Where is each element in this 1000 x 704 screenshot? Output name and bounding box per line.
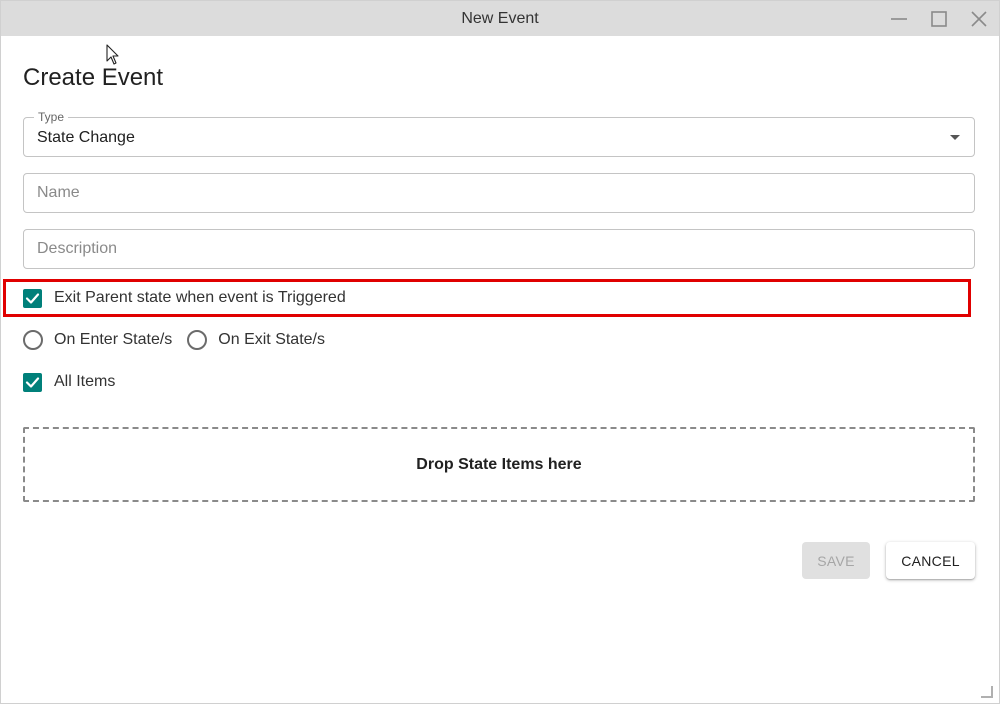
save-button[interactable]: SAVE [802,542,870,579]
radio-on-enter-label: On Enter State/s [54,331,173,348]
maximize-button[interactable] [926,7,952,31]
exit-parent-checkbox[interactable] [23,288,42,308]
dropzone-text: Drop State Items here [416,455,582,473]
mouse-cursor-icon [106,44,119,65]
type-select[interactable]: Type State Change [23,111,975,157]
new-event-window: New Event Create Event Type State Change… [0,0,1000,704]
radio-on-exit-circle[interactable] [187,330,208,350]
state-items-dropzone[interactable]: Drop State Items here [23,427,975,502]
checkmark-icon [25,376,40,388]
radio-on-exit[interactable]: On Exit State/s [187,330,325,350]
description-field-wrapper [23,229,975,269]
cancel-button[interactable]: CANCEL [886,542,975,579]
window-titlebar[interactable]: New Event [1,1,999,36]
minimize-button[interactable] [886,7,912,31]
window-title: New Event [461,10,539,27]
dialog-heading: Create Event [23,64,164,91]
trigger-radio-group: On Enter State/s On Exit State/s [23,329,340,351]
resize-grip-icon[interactable] [979,684,993,698]
all-items-label: All Items [54,373,116,390]
all-items-checkbox-row[interactable]: All Items [23,371,115,393]
description-input[interactable] [24,230,974,268]
close-button[interactable] [966,7,992,31]
type-label: Type [34,111,69,123]
exit-parent-label: Exit Parent state when event is Triggere… [54,289,346,306]
all-items-checkbox[interactable] [23,372,42,392]
radio-on-exit-label: On Exit State/s [218,331,325,348]
name-input[interactable] [24,174,974,212]
dropdown-arrow-icon[interactable] [950,135,960,140]
type-value: State Change [37,129,135,146]
radio-on-enter-circle[interactable] [23,330,43,350]
exit-parent-checkbox-row[interactable]: Exit Parent state when event is Triggere… [23,287,346,309]
close-icon [971,11,987,27]
checkmark-icon [25,292,40,304]
minimize-icon [891,18,907,20]
maximize-icon [931,11,947,27]
name-field-wrapper [23,173,975,213]
radio-on-enter[interactable]: On Enter State/s [23,330,172,350]
